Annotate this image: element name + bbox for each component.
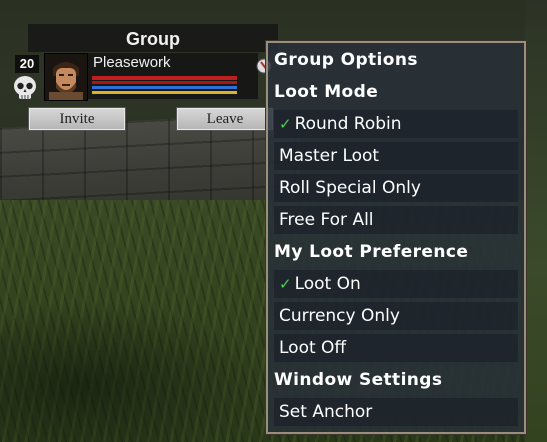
- group-member-row[interactable]: 20 Pleasework: [8, 53, 278, 101]
- menu-item-label: Master Loot: [279, 146, 380, 166]
- menu-title: Group Options: [274, 50, 418, 70]
- member-name: Pleasework: [93, 54, 171, 71]
- menu-item-currency-only[interactable]: Currency Only: [274, 302, 518, 330]
- invite-button[interactable]: Invite: [28, 107, 126, 131]
- skull-icon: [14, 76, 36, 99]
- menu-item-loot-on[interactable]: ✓ Loot On: [274, 270, 518, 298]
- menu-item-loot-off[interactable]: Loot Off: [274, 334, 518, 362]
- menu-item-label: Roll Special Only: [279, 178, 421, 198]
- health-bar: [92, 76, 237, 80]
- menu-item-roll-special-only[interactable]: Roll Special Only: [274, 174, 518, 202]
- endurance-bar: [92, 91, 237, 94]
- menu-item-free-for-all[interactable]: Free For All: [274, 206, 518, 234]
- leave-button[interactable]: Leave: [176, 107, 274, 131]
- health-bar-lower: [92, 81, 237, 84]
- member-status-panel: Pleasework: [88, 53, 258, 99]
- checkmark-icon: ✓: [279, 115, 292, 133]
- menu-item-master-loot[interactable]: Master Loot: [274, 142, 518, 170]
- menu-item-label: Set Anchor: [279, 402, 373, 422]
- menu-item-round-robin[interactable]: ✓ Round Robin: [274, 110, 518, 138]
- menu-item-label: Currency Only: [279, 306, 400, 326]
- menu-item-set-anchor[interactable]: Set Anchor: [274, 398, 518, 426]
- menu-item-label: Loot On: [294, 274, 361, 294]
- group-window-title: Group: [28, 24, 278, 52]
- background-right-strip: [525, 0, 547, 442]
- checkmark-icon: ✓: [279, 275, 292, 293]
- menu-item-label: Round Robin: [294, 114, 402, 134]
- section-window-settings: Window Settings: [274, 370, 443, 390]
- menu-item-label: Loot Off: [279, 338, 347, 358]
- member-portrait: [44, 53, 88, 101]
- menu-item-label: Free For All: [279, 210, 374, 230]
- mana-bar: [92, 86, 237, 89]
- member-level-badge: 20: [15, 55, 39, 73]
- group-options-menu: Group Options Loot Mode ✓ Round Robin Mas…: [266, 41, 526, 434]
- section-my-loot-preference: My Loot Preference: [274, 242, 469, 262]
- section-loot-mode: Loot Mode: [274, 82, 379, 102]
- ground-shadow: [0, 300, 270, 442]
